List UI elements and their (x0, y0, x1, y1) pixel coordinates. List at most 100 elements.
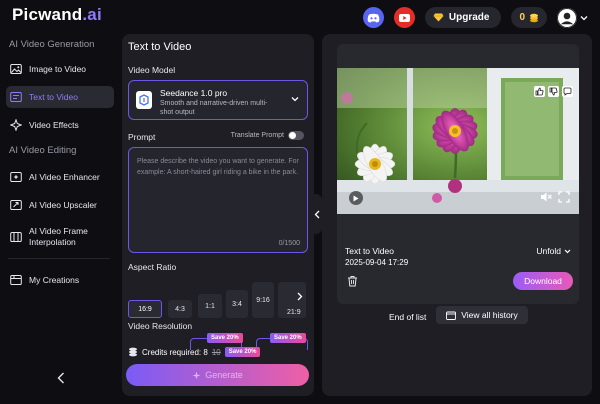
youtube-icon[interactable] (393, 7, 415, 28)
char-count: 0/1500 (278, 240, 300, 247)
upgrade-button[interactable]: Upgrade (424, 7, 502, 28)
sidebar-item-text-to-video[interactable]: Text to Video (6, 86, 114, 108)
sparkle-icon (10, 119, 22, 131)
aspect-ratio-9-16[interactable]: 9:16 (252, 282, 274, 318)
play-icon (353, 195, 359, 201)
ratio-label: 4:3 (175, 305, 185, 313)
view-all-history-label: View all history (461, 310, 518, 320)
unfold-label: Unfold (536, 246, 561, 256)
unfold-button[interactable]: Unfold (536, 246, 571, 256)
sparkle-icon (192, 371, 201, 379)
toggle-switch[interactable] (288, 131, 304, 140)
coins-icon (530, 13, 538, 22)
thumbs-down-icon[interactable] (548, 86, 559, 97)
history-folder-icon (446, 311, 457, 320)
translate-label: Translate Prompt (230, 132, 284, 139)
result-title: Text to Video (345, 246, 394, 256)
chevron-left-icon (57, 372, 64, 384)
text-to-video-form: Text to Video Video Model Seedance 1.0 p… (122, 34, 314, 396)
discord-icon[interactable] (362, 7, 384, 28)
upgrade-label: Upgrade (448, 12, 490, 23)
sidebar-item-label: Video Effects (29, 120, 79, 130)
generate-label: Generate (205, 370, 243, 380)
prompt-input[interactable] (129, 148, 307, 252)
credits-required-label: Credits required: 8 (142, 347, 208, 357)
seedance-logo-icon (136, 91, 152, 109)
sidebar-item-ai-video-upscaler[interactable]: AI Video Upscaler (6, 194, 114, 216)
logo[interactable]: Picwand.ai (12, 5, 102, 25)
sidebar-section-title: AI Video Generation (9, 39, 95, 50)
aspect-ratio-3-4[interactable]: 3:4 (226, 290, 248, 318)
chevron-left-icon (314, 210, 320, 218)
model-description: Smooth and narrative-driven multi-shot o… (160, 100, 268, 116)
thumbs-up-icon[interactable] (534, 86, 545, 97)
sidebar-item-label: Text to Video (29, 92, 78, 102)
sidebar-item-image-to-video[interactable]: Image to Video (6, 58, 114, 80)
credits-count: 0 (519, 12, 525, 23)
fullscreen-button[interactable] (557, 190, 571, 204)
translate-prompt-toggle[interactable]: Translate Prompt (231, 131, 304, 140)
folder-icon (10, 275, 22, 285)
diamond-icon (433, 13, 444, 22)
sidebar-item-ai-video-frame-interpolation[interactable]: AI Video Frame Interpolation (6, 222, 114, 252)
sidebar-item-label: Image to Video (29, 64, 87, 74)
logo-text: Picwand (12, 5, 83, 24)
video-model-label: Video Model (128, 65, 176, 75)
end-of-list-text: End of list (389, 312, 427, 322)
ratio-label: 9:16 (256, 296, 270, 304)
video-model-select[interactable]: Seedance 1.0 pro Smooth and narrative-dr… (128, 80, 308, 120)
sidebar-item-label: My Creations (29, 275, 80, 285)
sidebar-section-title: AI Video Editing (9, 145, 77, 156)
chevron-right-icon[interactable] (297, 292, 303, 303)
view-all-history-button[interactable]: View all history (436, 306, 528, 324)
volume-mute-icon (541, 192, 552, 202)
image-icon (10, 64, 22, 74)
mute-button[interactable] (539, 190, 553, 204)
ratio-label: 1:1 (205, 302, 215, 310)
video-resolution-label: Video Resolution (128, 321, 193, 331)
credits-balance[interactable]: 0 (511, 7, 547, 28)
sidebar-item-video-effects[interactable]: Video Effects (6, 114, 114, 136)
comment-icon[interactable] (562, 86, 573, 97)
credits-old-value: 10 (211, 347, 221, 357)
sidebar-item-label: AI Video Upscaler (29, 200, 97, 210)
generate-button[interactable]: Generate (126, 364, 309, 386)
sidebar-divider (8, 258, 110, 259)
play-button[interactable] (349, 191, 363, 205)
ratio-label: 21:9 (287, 308, 301, 316)
aspect-ratio-16-9[interactable]: 16:9 (128, 300, 162, 318)
avatar (557, 7, 577, 28)
save-badge: Save 20% (224, 347, 261, 357)
header-actions: Upgrade 0 (362, 7, 588, 28)
page-title: Text to Video (128, 41, 192, 53)
text-video-icon (10, 92, 22, 102)
result-date: 2025-09-04 17:29 (345, 258, 409, 267)
sidebar: AI Video Generation Image to Video Text … (0, 34, 118, 404)
download-button[interactable]: Download (513, 272, 573, 290)
results-panel: Text to Video 2025-09-04 17:29 Unfold Do… (322, 34, 592, 396)
enhance-icon (10, 172, 22, 182)
model-name: Seedance 1.0 pro (160, 88, 228, 98)
collapse-panel-button[interactable] (312, 194, 322, 234)
prompt-field[interactable]: 0/1500 (128, 147, 308, 253)
aspect-ratio-label: Aspect Ratio (128, 262, 177, 272)
aspect-ratio-4-3[interactable]: 4:3 (168, 300, 192, 318)
sidebar-item-label: AI Video Frame Interpolation (29, 226, 88, 247)
sidebar-item-ai-video-enhancer[interactable]: AI Video Enhancer (6, 166, 114, 188)
aspect-ratio-1-1[interactable]: 1:1 (198, 294, 222, 318)
result-card: Text to Video 2025-09-04 17:29 Unfold Do… (337, 44, 579, 304)
fullscreen-icon (558, 191, 570, 203)
prompt-label: Prompt (128, 132, 156, 142)
ratio-label: 16:9 (138, 305, 152, 313)
sidebar-collapse-button[interactable] (57, 371, 65, 387)
trash-icon[interactable] (347, 275, 358, 287)
ratio-label: 3:4 (232, 300, 242, 308)
sidebar-item-label: AI Video Enhancer (29, 172, 100, 182)
credits-required: Credits required: 8 10 Save 20% (128, 347, 261, 357)
sidebar-item-my-creations[interactable]: My Creations (6, 269, 114, 291)
account-menu[interactable] (557, 7, 588, 28)
chevron-down-icon (580, 15, 588, 20)
frame-icon (10, 232, 22, 242)
chevron-down-icon (291, 97, 299, 102)
top-bar: Picwand.ai Upgrade 0 (0, 0, 600, 34)
